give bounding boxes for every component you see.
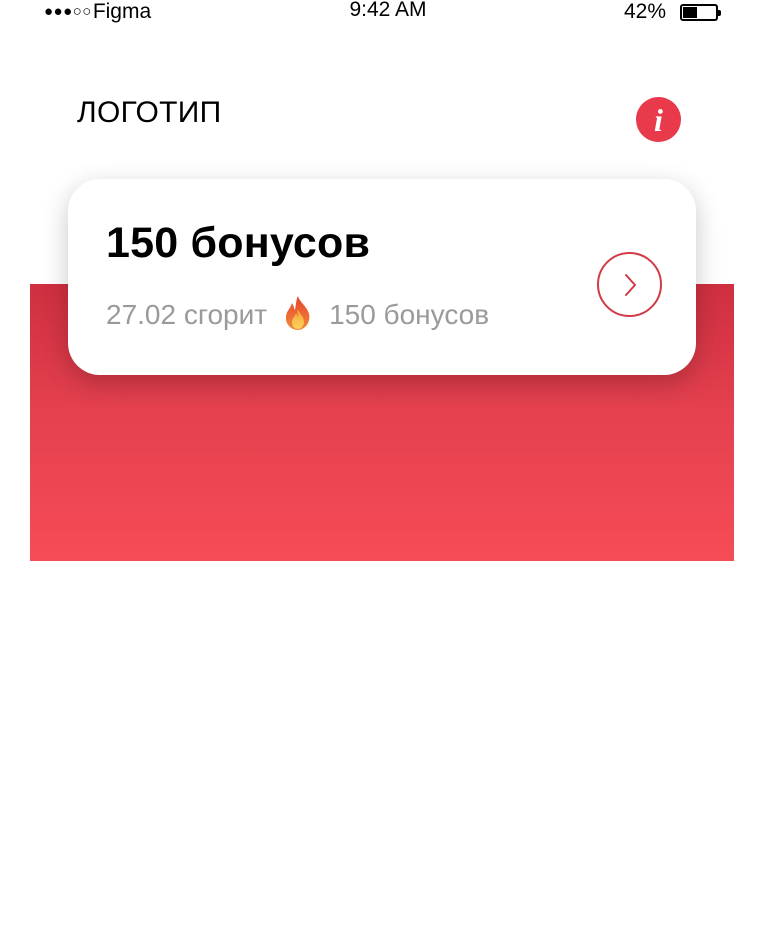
battery-percent: 42% xyxy=(623,0,666,23)
logo-text: ЛОГОТИП xyxy=(77,96,222,129)
status-bar: ●●●○○ Figma 9:42 AM 42% xyxy=(0,0,776,24)
bonus-card[interactable]: 150 бонусов 27.02 сгорит 150 бонусов xyxy=(68,179,696,375)
fire-icon xyxy=(283,295,313,331)
card-arrow-button[interactable] xyxy=(597,252,662,317)
expire-date-text: 27.02 сгорит xyxy=(106,299,268,330)
info-button[interactable]: i xyxy=(636,97,681,142)
battery-level-fill xyxy=(683,6,698,18)
bonus-expiry-row: 27.02 сгорит 150 бонусов xyxy=(106,295,490,333)
expiring-amount-text: 150 бонусов xyxy=(329,299,490,330)
battery-icon xyxy=(680,3,721,21)
status-battery-group: 42% xyxy=(623,0,721,24)
chevron-right-icon xyxy=(624,273,636,296)
info-icon: i xyxy=(654,102,663,138)
bonus-balance-title: 150 бонусов xyxy=(106,219,371,267)
